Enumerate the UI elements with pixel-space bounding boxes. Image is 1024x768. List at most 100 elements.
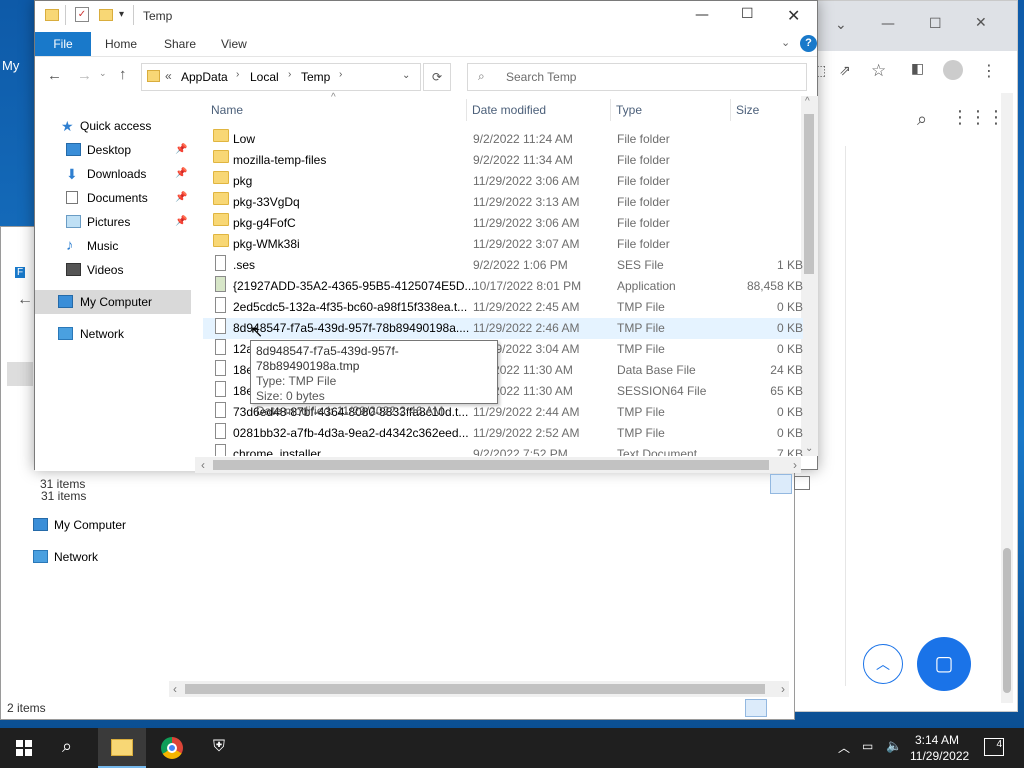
nav-item-network[interactable]: Network bbox=[35, 322, 195, 346]
file-row[interactable]: Low 9/2/2022 11:24 AM File folder bbox=[203, 129, 803, 150]
file-name: mozilla-temp-files bbox=[233, 153, 327, 167]
pin-icon[interactable]: 📌 bbox=[175, 210, 187, 234]
tiles-view-icon[interactable] bbox=[794, 476, 810, 490]
breadcrumb-temp[interactable]: Temp bbox=[301, 70, 330, 84]
chevron-down-icon[interactable]: ⌄ bbox=[835, 17, 847, 33]
search-input[interactable]: ⌕ Search Temp bbox=[467, 63, 807, 91]
vertical-scrollbar[interactable]: ^ ⌄ bbox=[801, 96, 818, 456]
file-icon bbox=[215, 318, 226, 334]
file-type: TMP File bbox=[617, 342, 665, 356]
breadcrumb-appdata[interactable]: AppData bbox=[181, 70, 228, 84]
file-row[interactable]: mozilla-temp-files 9/2/2022 11:34 AM File … bbox=[203, 150, 803, 171]
scroll-top-button[interactable]: ︿ bbox=[863, 644, 903, 684]
search-icon[interactable]: ⌕ bbox=[62, 736, 72, 757]
share-icon[interactable]: ⇗ bbox=[839, 63, 851, 79]
column-type[interactable]: Type bbox=[616, 96, 642, 124]
pin-icon[interactable]: 📌 bbox=[175, 138, 187, 162]
scroll-up-icon: ^ bbox=[805, 96, 810, 107]
nav-item-music[interactable]: ♪ Music bbox=[35, 234, 195, 258]
ribbon-tabs: File Home Share View ⌄ ? bbox=[35, 32, 817, 56]
file-row[interactable]: pkg-WMk38i 11/29/2022 3:07 AM File folder bbox=[203, 234, 803, 255]
nav-item-network-back[interactable]: Network bbox=[1, 545, 171, 569]
sidepanel-icon[interactable]: ◧ bbox=[911, 61, 924, 77]
breadcrumb-overflow[interactable]: « bbox=[165, 69, 172, 83]
new-folder-icon[interactable] bbox=[99, 9, 113, 21]
tab-view[interactable]: View bbox=[221, 32, 247, 56]
file-row[interactable]: pkg-g4FofC 11/29/2022 3:06 AM File folder bbox=[203, 213, 803, 234]
divider bbox=[65, 5, 66, 25]
file-row[interactable]: pkg-33VgDq 11/29/2022 3:13 AM File folder bbox=[203, 192, 803, 213]
customize-dropdown-icon[interactable]: ▾ bbox=[119, 9, 124, 20]
pin-icon[interactable]: 📌 bbox=[175, 186, 187, 210]
recent-locations-icon[interactable]: ⌄ bbox=[99, 68, 107, 79]
breadcrumb-local[interactable]: Local bbox=[250, 70, 279, 84]
details-view-icon[interactable] bbox=[770, 474, 792, 494]
file-name: .ses bbox=[233, 258, 256, 272]
nav-item-videos[interactable]: Videos bbox=[35, 258, 195, 282]
horizontal-scrollbar[interactable]: ‹ › bbox=[195, 457, 801, 473]
refresh-button[interactable]: ⟳ bbox=[423, 63, 451, 91]
nav-item-quick-access[interactable]: ★ Quick access bbox=[35, 114, 195, 138]
scroll-thumb[interactable] bbox=[804, 114, 814, 274]
nav-item-documents[interactable]: Documents 📌 bbox=[35, 186, 195, 210]
clock[interactable]: 3:14 AM 11/29/2022 bbox=[910, 732, 969, 764]
forward-arrow-icon[interactable]: → bbox=[77, 67, 92, 84]
maximize-icon[interactable]: ☐ bbox=[741, 6, 754, 22]
star-icon[interactable]: ☆ bbox=[871, 61, 886, 81]
address-bar[interactable]: « AppData › Local › Temp › ⌄ bbox=[141, 63, 421, 91]
file-row[interactable]: .ses 9/2/2022 1:06 PM SES File 1 KB bbox=[203, 255, 803, 276]
menu-icon[interactable]: ⋮ bbox=[981, 61, 997, 80]
nav-item-my-computer[interactable]: My Computer bbox=[35, 290, 191, 314]
security-taskbar-icon[interactable]: ⛨ bbox=[198, 728, 246, 768]
file-row[interactable]: chrome_installer 9/2/2022 7:52 PM Text Doc… bbox=[203, 444, 803, 456]
ribbon-expand-icon[interactable]: ⌄ bbox=[781, 36, 790, 49]
column-name[interactable]: Name bbox=[211, 96, 243, 124]
scroll-thumb[interactable] bbox=[1003, 548, 1011, 693]
profile-icon[interactable] bbox=[943, 60, 963, 80]
chrome-taskbar-icon[interactable] bbox=[148, 728, 196, 768]
volume-icon[interactable]: 🔈 bbox=[886, 738, 902, 754]
close-icon[interactable]: ✕ bbox=[787, 6, 800, 25]
properties-icon[interactable]: ✓ bbox=[75, 7, 89, 22]
show-hidden-icons-icon[interactable]: ︿ bbox=[838, 739, 850, 756]
tiles-view-icon[interactable] bbox=[769, 699, 787, 717]
network-status-icon[interactable]: ▭ bbox=[862, 739, 873, 753]
column-date[interactable]: Date modified bbox=[472, 96, 546, 124]
nav-item-desktop[interactable]: Desktop 📌 bbox=[35, 138, 195, 162]
notification-icon[interactable]: 4 bbox=[984, 738, 1004, 756]
file-row[interactable]: {21927ADD-35A2-4365-95B5-4125074E5D... 10… bbox=[203, 276, 803, 297]
horizontal-scrollbar-back[interactable]: ‹ › bbox=[169, 681, 789, 697]
close-icon[interactable]: ✕ bbox=[975, 15, 987, 31]
back-arrow-icon[interactable]: ← bbox=[47, 67, 62, 84]
address-dropdown-icon[interactable]: ⌄ bbox=[402, 70, 410, 81]
back-arrow-icon[interactable]: ← bbox=[17, 291, 33, 309]
tab-share[interactable]: Share bbox=[164, 32, 196, 56]
column-size[interactable]: Size bbox=[736, 96, 759, 124]
details-view-icon[interactable] bbox=[745, 699, 767, 717]
computer-icon bbox=[58, 295, 73, 308]
maximize-icon[interactable]: ☐ bbox=[929, 16, 942, 32]
search-icon[interactable]: ⌕ bbox=[917, 109, 927, 130]
pin-icon[interactable]: 📌 bbox=[175, 162, 187, 186]
tab-home[interactable]: Home bbox=[105, 32, 137, 56]
nav-item-my-computer-back[interactable]: My Computer bbox=[1, 513, 171, 537]
minimize-icon[interactable]: — bbox=[695, 7, 709, 23]
nav-item-downloads[interactable]: ⬇ Downloads 📌 bbox=[35, 162, 195, 186]
nav-item-pictures[interactable]: Pictures 📌 bbox=[35, 210, 195, 234]
breadcrumb-separator-icon: › bbox=[339, 69, 343, 80]
file-row[interactable]: 0281bb32-a7fb-4d3a-9ea2-d4342c362eed... 1… bbox=[203, 423, 803, 444]
file-size: 0 KB bbox=[776, 321, 803, 335]
up-arrow-icon[interactable]: ↑ bbox=[119, 66, 127, 83]
tab-file[interactable]: File bbox=[35, 32, 91, 56]
chat-button[interactable]: ▢ bbox=[917, 637, 971, 691]
file-explorer-taskbar-icon[interactable] bbox=[98, 728, 146, 768]
page-scrollbar[interactable] bbox=[1001, 93, 1013, 703]
file-row[interactable]: 2ed5cdc5-132a-4f35-bc60-a98f15f338ea.t..… bbox=[203, 297, 803, 318]
file-row[interactable]: 8d948547-f7a5-439d-957f-78b89490198a....… bbox=[203, 318, 803, 339]
apps-grid-icon[interactable]: ⋮⋮⋮ bbox=[951, 107, 1005, 128]
minimize-icon[interactable]: — bbox=[881, 16, 895, 32]
start-button[interactable] bbox=[0, 728, 48, 768]
help-icon[interactable]: ? bbox=[800, 35, 817, 52]
file-row[interactable]: pkg 11/29/2022 3:06 AM File folder bbox=[203, 171, 803, 192]
file-date: 10/17/2022 8:01 PM bbox=[473, 279, 582, 293]
